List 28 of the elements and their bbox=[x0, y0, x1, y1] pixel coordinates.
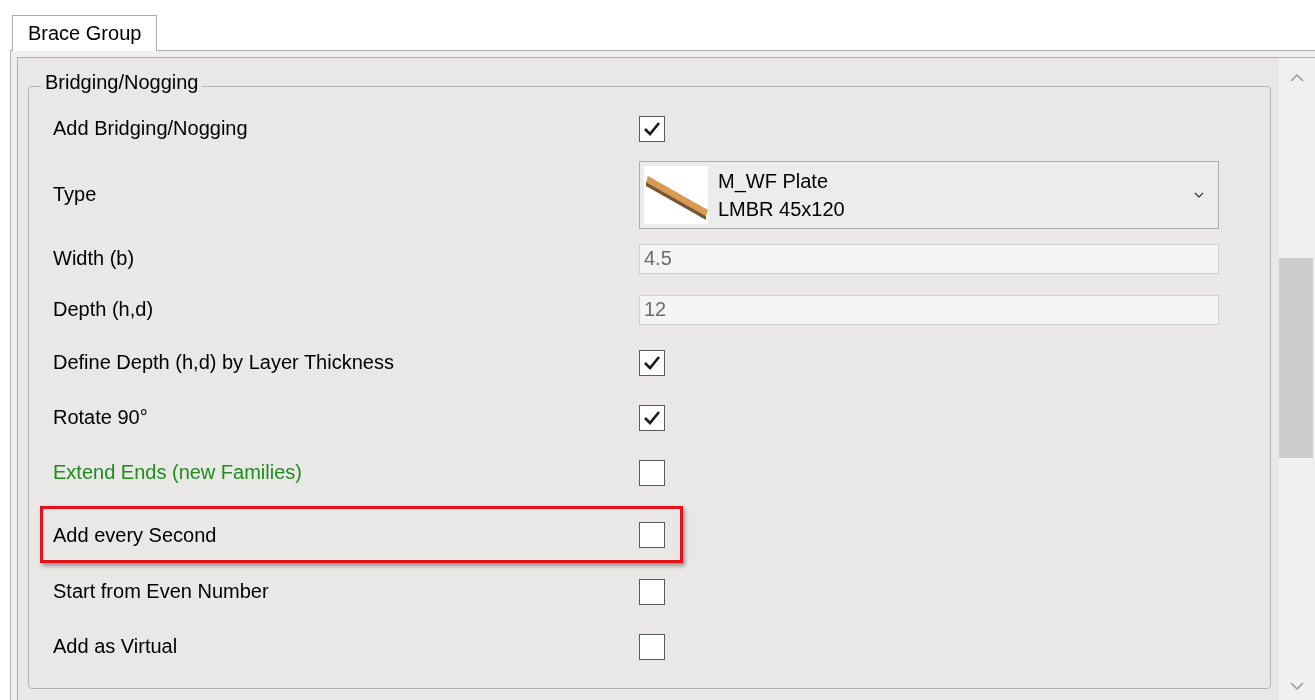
checkbox[interactable] bbox=[639, 522, 665, 548]
checkbox[interactable] bbox=[639, 459, 665, 486]
scrollbar-thumb[interactable] bbox=[1279, 258, 1313, 458]
field-label: Type bbox=[53, 183, 97, 206]
checkbox[interactable] bbox=[639, 578, 665, 605]
type-dropdown[interactable]: M_WF Plate LMBR 45x120 bbox=[639, 160, 1219, 229]
check-icon bbox=[643, 120, 661, 137]
field-label: Rotate 90° bbox=[53, 406, 148, 429]
check-icon bbox=[643, 409, 661, 426]
check-icon bbox=[643, 354, 661, 371]
chevron-down-icon bbox=[1290, 682, 1304, 690]
checkbox[interactable] bbox=[639, 404, 665, 431]
field-label: Depth (h,d) bbox=[53, 298, 154, 321]
chevron-down-icon bbox=[1194, 191, 1204, 198]
checkbox[interactable] bbox=[639, 349, 665, 376]
beam-icon bbox=[644, 165, 708, 224]
field-label: Add as Virtual bbox=[53, 635, 178, 658]
field-label: Add Bridging/Nogging bbox=[53, 117, 248, 140]
tab[interactable]: Brace Group bbox=[12, 15, 158, 51]
field-label: Width (b) bbox=[53, 247, 135, 270]
checkbox[interactable] bbox=[639, 633, 665, 660]
chevron-up-icon bbox=[1290, 74, 1304, 82]
field-label: Add every Second bbox=[53, 523, 217, 547]
checkbox[interactable] bbox=[639, 115, 665, 142]
field-label: Extend Ends (new Families) bbox=[53, 461, 302, 484]
field-label: Start from Even Number bbox=[53, 580, 269, 603]
group-title: Bridging/Nogging bbox=[41, 71, 203, 94]
field-label: Define Depth (h,d) by Layer Thickness bbox=[53, 351, 394, 374]
